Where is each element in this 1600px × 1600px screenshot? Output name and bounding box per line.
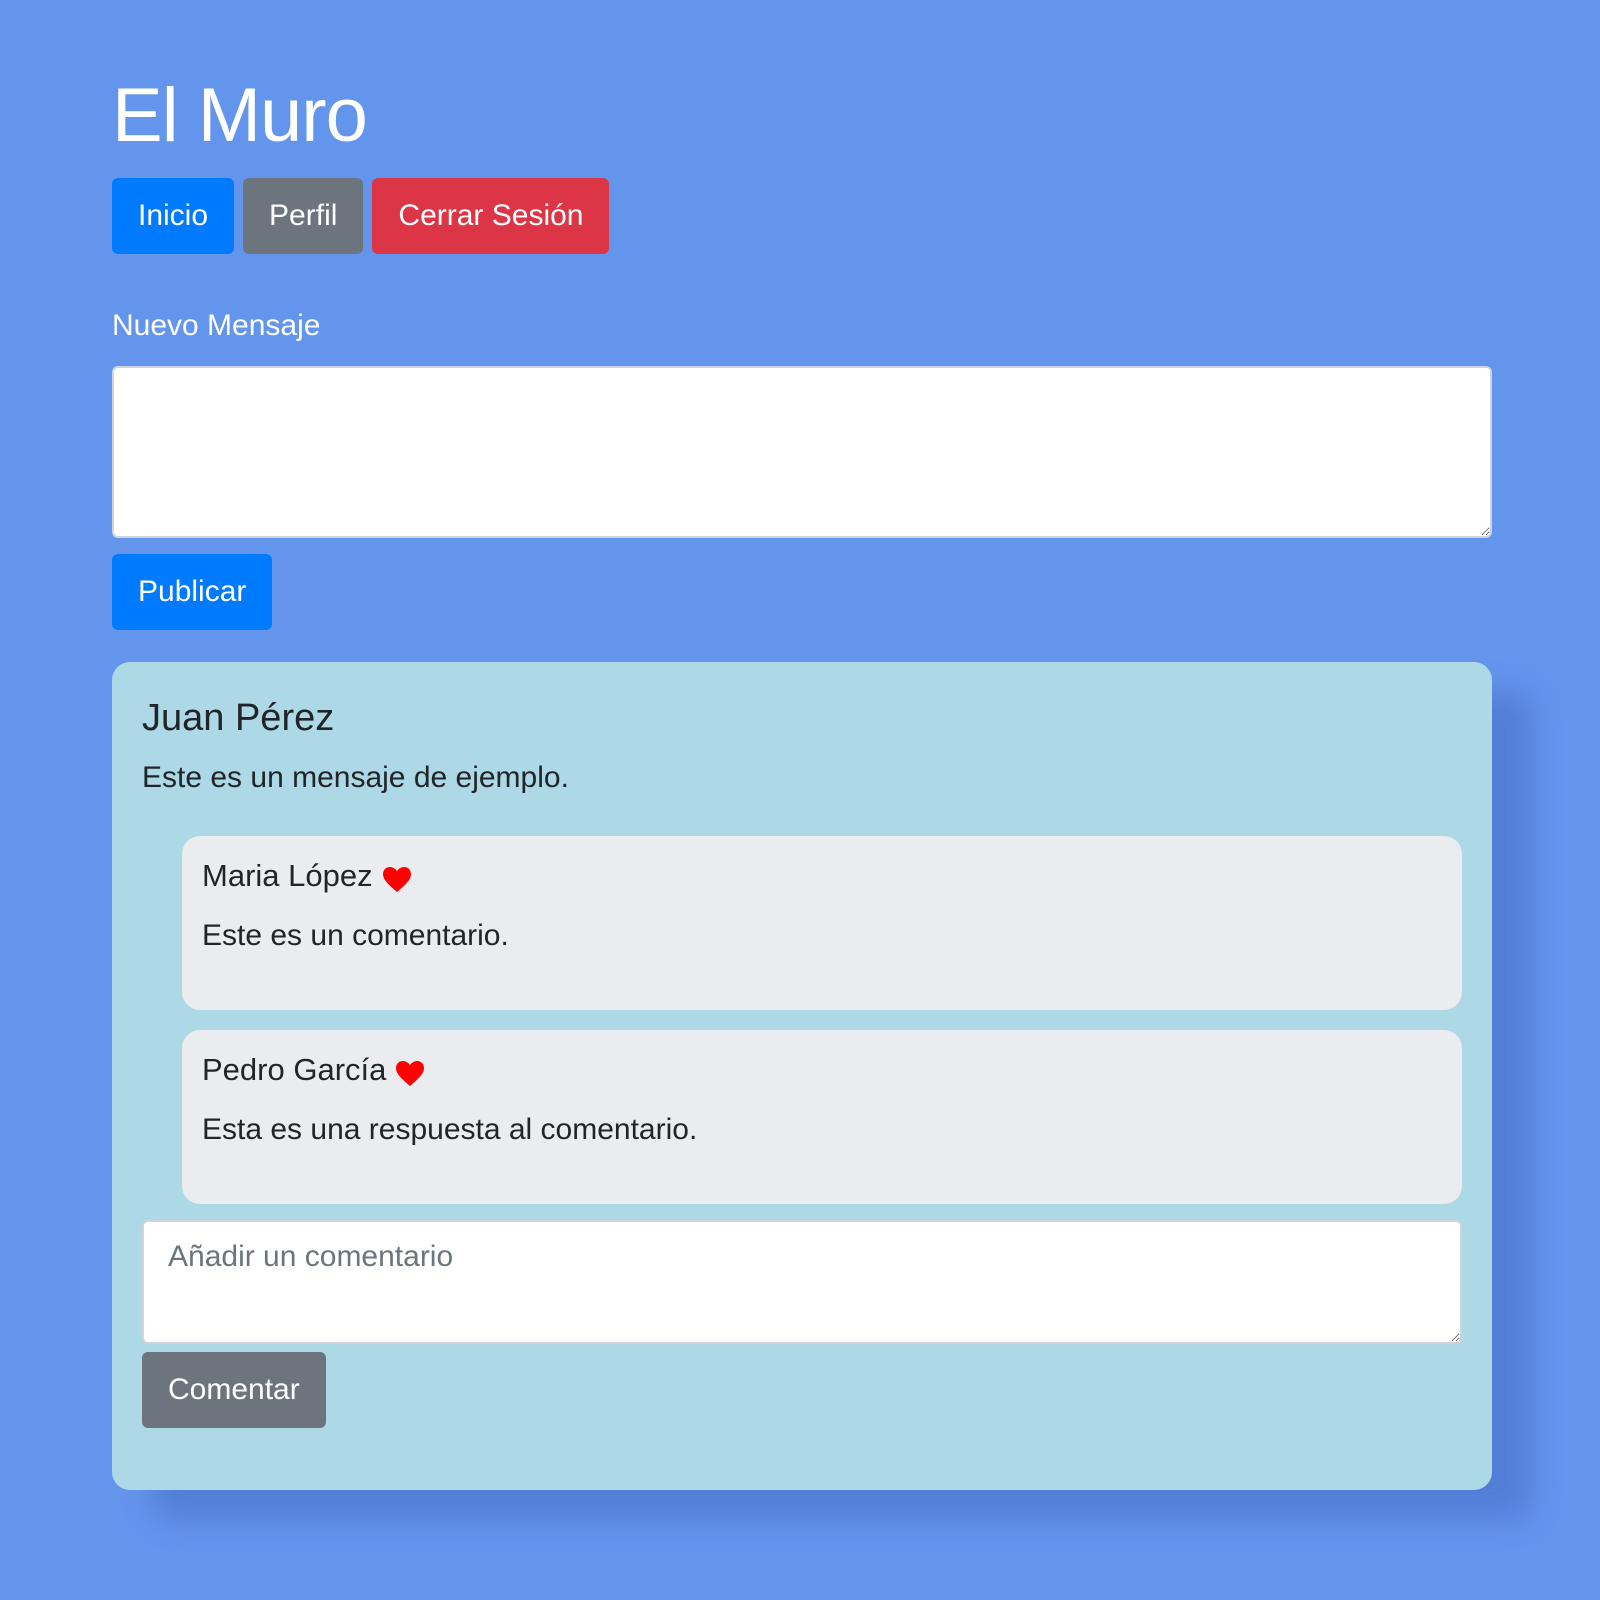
new-message-input[interactable] bbox=[112, 366, 1492, 538]
post-text: Este es un mensaje de ejemplo. bbox=[142, 761, 569, 794]
nav-bar: Inicio Perfil Cerrar Sesión bbox=[112, 178, 610, 254]
comment-button[interactable]: Comentar bbox=[142, 1352, 326, 1428]
heart-icon-svg bbox=[396, 1061, 425, 1086]
post-author: Juan Pérez bbox=[142, 697, 335, 739]
page-title: El Muro bbox=[112, 73, 368, 158]
heart-icon[interactable] bbox=[396, 1057, 425, 1086]
comment-author: Pedro García bbox=[202, 1052, 387, 1087]
comment-author-row: Pedro García bbox=[202, 1050, 425, 1090]
heart-icon[interactable] bbox=[382, 863, 411, 892]
profile-button[interactable]: Perfil bbox=[243, 178, 364, 254]
heart-icon-svg bbox=[382, 867, 411, 892]
comment-card: Pedro García Esta es una respuesta al co… bbox=[182, 1030, 1462, 1204]
post-card: Juan Pérez Este es un mensaje de ejemplo… bbox=[112, 662, 1492, 1490]
comment-text: Este es un comentario. bbox=[202, 919, 509, 952]
logout-button[interactable]: Cerrar Sesión bbox=[372, 178, 610, 254]
comment-author: Maria López bbox=[202, 858, 373, 893]
comment-text: Esta es una respuesta al comentario. bbox=[202, 1113, 698, 1146]
home-button[interactable]: Inicio bbox=[112, 178, 235, 254]
new-message-label: Nuevo Mensaje bbox=[112, 309, 321, 342]
publish-button[interactable]: Publicar bbox=[112, 554, 273, 630]
comment-card: Maria López Este es un comentario. bbox=[182, 836, 1462, 1010]
comment-author-row: Maria López bbox=[202, 856, 411, 896]
comment-input[interactable] bbox=[142, 1220, 1462, 1344]
